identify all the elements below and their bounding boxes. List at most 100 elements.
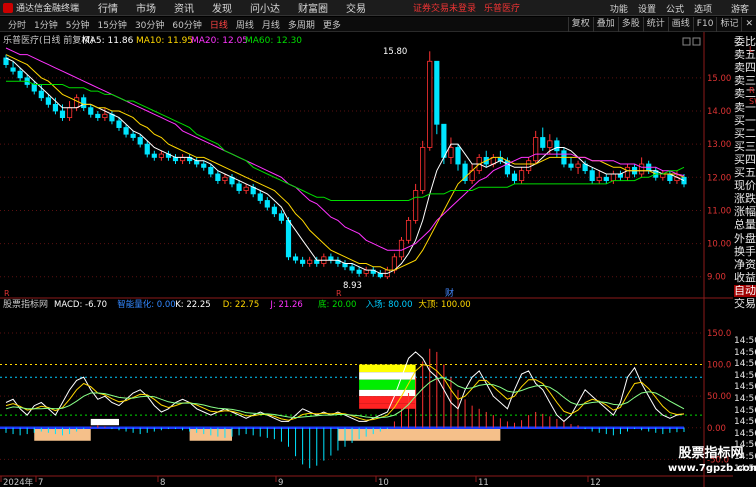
indicator-legend-item: 智能量化: 0.00: [117, 299, 176, 310]
event-marker-cai[interactable]: 财: [445, 287, 454, 299]
trade-time: 14:56: [734, 417, 756, 428]
candle-body: [434, 60, 440, 125]
menu-guest[interactable]: 游客: [731, 2, 749, 15]
menu-item-caifuquan[interactable]: 财富圈: [298, 0, 328, 15]
price-tick-label: 15.00: [707, 74, 731, 84]
signal-block-peach: [337, 427, 501, 441]
watermark: 股票指标网 www.7gpzb.com: [668, 446, 756, 486]
signal-stack-block: [359, 396, 416, 404]
candle-body: [448, 147, 454, 158]
menu-item-wenxiaoda[interactable]: 问小达: [250, 0, 280, 15]
candle-body: [349, 266, 355, 271]
sidebar-label[interactable]: 买五: [734, 167, 756, 179]
sidebar-label[interactable]: 买二: [734, 128, 756, 140]
sidebar-label[interactable]: 买三: [734, 141, 756, 153]
candle-body: [222, 176, 228, 182]
f10-button[interactable]: F10: [692, 17, 717, 32]
sidebar-label[interactable]: 总量: [734, 219, 756, 231]
candle-body: [271, 206, 277, 215]
menu-item-zixun[interactable]: 资讯: [174, 0, 194, 15]
indicator-title: 股票指标网: [3, 298, 48, 310]
menu-settings[interactable]: 设置: [638, 2, 656, 15]
sidebar-label[interactable]: 换手: [734, 246, 756, 258]
sidebar-label[interactable]: 涨幅: [734, 206, 756, 218]
menu-options[interactable]: 选项: [694, 2, 712, 15]
login-warning[interactable]: 证券交易未登录: [413, 1, 476, 14]
menu-item-shichang[interactable]: 市场: [136, 0, 156, 15]
period-5min[interactable]: 5分钟: [65, 18, 91, 31]
sidebar-label[interactable]: 卖四: [734, 62, 756, 74]
app-logo: 通达信金融终端: [3, 1, 79, 14]
candle-body: [639, 163, 645, 175]
sidebar-marker: SW: [749, 97, 756, 106]
candle-body: [455, 147, 461, 165]
sidebar-label[interactable]: 买四: [734, 154, 756, 166]
period-monthly[interactable]: 月线: [261, 18, 281, 31]
high-price-label: 15.80: [383, 47, 407, 57]
chart-title: 乐普医疗(日线 前复权): [3, 34, 94, 46]
menu-item-faxian[interactable]: 发现: [212, 0, 232, 15]
fuquan-button[interactable]: 复权: [567, 17, 593, 32]
quote-sidebar: 委比 卖五 卖四 卖三 卖二 卖一 买一 买二 买三 买四 买五 现价 涨跌 涨幅 总量 外盘 换手 净资 收益 自动…: [733, 32, 756, 487]
price-tick-label: 11.00: [707, 206, 731, 216]
sidebar-label[interactable]: 现价: [734, 180, 756, 192]
period-15min[interactable]: 15分钟: [96, 18, 127, 31]
period-60min[interactable]: 60分钟: [171, 18, 202, 31]
signal-mini-block: [90, 418, 119, 426]
stock-name-link[interactable]: 乐普医疗: [484, 1, 520, 14]
sidebar-label[interactable]: 买一: [734, 115, 756, 127]
price-tick-label: 10.00: [707, 240, 731, 250]
overlay-button[interactable]: 叠加: [592, 17, 618, 32]
period-fenshi[interactable]: 分时: [7, 18, 27, 31]
price-tick-label: 14.00: [707, 107, 731, 117]
sidebar-label[interactable]: 自动: [734, 284, 756, 297]
sidebar-label[interactable]: 净资: [734, 259, 756, 271]
sidebar-label[interactable]: 涨跌: [734, 193, 756, 205]
candle-body: [533, 137, 539, 162]
period-30min[interactable]: 30分钟: [134, 18, 165, 31]
candle-body: [102, 113, 108, 119]
mark-button[interactable]: 标记: [716, 17, 741, 32]
sidebar-label[interactable]: 收益: [734, 272, 756, 284]
menu-item-hangqing[interactable]: 行情: [98, 0, 118, 15]
date-axis-label: 10: [378, 478, 389, 487]
period-daily[interactable]: 日线: [209, 18, 229, 31]
chart-area[interactable]: 乐普医疗(日线 前复权) MA5: 11.86 MA10: 11.95 MA20…: [0, 32, 733, 487]
menu-function[interactable]: 功能: [610, 2, 628, 15]
period-more[interactable]: 更多: [322, 18, 342, 31]
ma10-label: MA10: 11.95: [136, 36, 193, 46]
candle-body: [603, 176, 609, 182]
menu-right-group: 功能 设置 公式 选项 游客: [605, 0, 754, 16]
candle-body: [405, 219, 412, 241]
watermark-line2: www.7gpzb.com: [668, 463, 756, 474]
candle-body: [278, 213, 285, 221]
candle-body: [45, 97, 51, 105]
candle-body: [307, 259, 313, 264]
sidebar-label[interactable]: 交易: [734, 298, 756, 310]
trade-time: 14:50: [734, 336, 756, 346]
draw-line-button[interactable]: 画线: [667, 17, 693, 32]
stats-button[interactable]: 统计: [642, 17, 668, 32]
event-marker-r1[interactable]: R: [4, 289, 10, 298]
period-1min[interactable]: 1分钟: [33, 18, 59, 31]
close-icon[interactable]: ✕: [741, 17, 756, 32]
sidebar-label[interactable]: 外盘: [734, 233, 756, 245]
trade-time: 14:56: [734, 394, 756, 404]
period-weekly[interactable]: 周线: [235, 18, 255, 31]
menu-formula[interactable]: 公式: [666, 2, 684, 15]
price-tick-label: 9.00: [707, 273, 726, 283]
candle-body: [356, 269, 362, 274]
candle-body: [300, 259, 306, 264]
multi-stock-button[interactable]: 多股: [617, 17, 643, 32]
candle-body: [427, 60, 433, 148]
candle-body: [589, 170, 595, 182]
event-marker-r2[interactable]: R: [336, 289, 342, 298]
price-tick-label: 13.00: [707, 140, 731, 150]
candle-body: [413, 190, 419, 221]
menu-item-jiaoyi[interactable]: 交易: [346, 0, 366, 15]
indicator-legend-item: J: 21.26: [269, 300, 302, 310]
signal-stack-block: [359, 364, 416, 373]
candle-body: [144, 143, 150, 155]
period-multi[interactable]: 多周期: [287, 18, 316, 31]
candle-body: [59, 110, 66, 119]
